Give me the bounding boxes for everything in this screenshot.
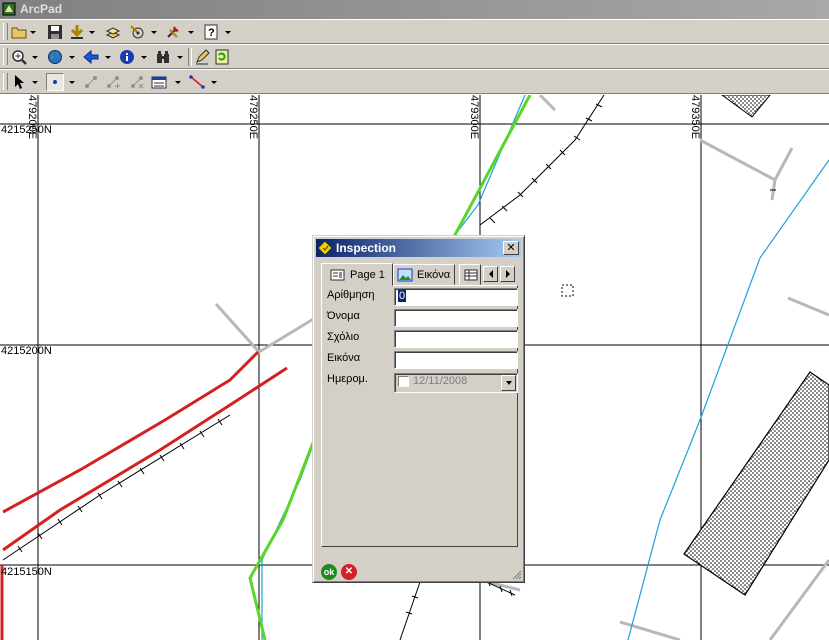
tab-image[interactable]: Εικόνα — [393, 264, 455, 285]
red-road-lines — [0, 350, 288, 640]
tools-icon[interactable] — [164, 23, 182, 41]
identify-dropdown-arrow[interactable] — [140, 48, 148, 66]
point-tool-dropdown-arrow[interactable] — [68, 73, 76, 91]
back-dropdown-arrow[interactable] — [104, 48, 112, 66]
grid-label-x: 479250E — [247, 95, 259, 140]
inspection-title: Inspection — [336, 241, 397, 255]
inspection-diamond-icon — [318, 241, 332, 255]
tab-label: Page 1 — [350, 268, 385, 281]
help-dropdown-arrow[interactable] — [224, 23, 232, 41]
ok-button[interactable]: ok — [321, 564, 337, 580]
open-dropdown-arrow[interactable] — [29, 23, 37, 41]
picture-icon — [397, 268, 413, 281]
select-dropdown-arrow[interactable] — [31, 73, 39, 91]
toolbar-grip[interactable] — [3, 73, 8, 90]
number-field-value: 0 — [398, 290, 407, 302]
line-tool-icon[interactable] — [188, 73, 206, 91]
field-label-date: Ημερομ. — [327, 373, 368, 385]
window-title: ArcPad — [20, 2, 63, 16]
svg-text:?: ? — [208, 27, 215, 39]
resize-grip-icon[interactable] — [512, 570, 522, 580]
full-extent-globe-icon[interactable] — [46, 48, 64, 66]
field-label-number: Αρίθμηση — [327, 289, 375, 301]
date-picker[interactable]: 12/11/2008 — [394, 373, 518, 393]
properties-dropdown-arrow[interactable] — [174, 73, 182, 91]
window-titlebar: ArcPad — [0, 0, 829, 19]
date-checkbox[interactable] — [398, 376, 409, 387]
toolbar-grip[interactable] — [3, 23, 8, 40]
layers-icon[interactable] — [104, 23, 122, 41]
cancel-icon: ✕ — [344, 566, 354, 577]
select-arrow-icon[interactable] — [10, 73, 28, 91]
vertex-add-icon[interactable] — [104, 73, 122, 91]
field-label-image: Εικόνα — [327, 352, 361, 364]
arrow-right-icon — [505, 270, 510, 278]
grid-label-x: 479300E — [468, 95, 480, 140]
date-dropdown-button[interactable] — [501, 375, 516, 391]
image-field[interactable] — [394, 351, 518, 369]
grid-label-y: 4215250N — [1, 124, 52, 136]
toolbar-separator — [188, 48, 192, 66]
tab-page-1[interactable]: Page 1 — [321, 263, 393, 286]
point-tool-icon[interactable] — [46, 73, 64, 91]
comment-field[interactable] — [394, 330, 518, 348]
tab-scroll-right-button[interactable] — [500, 266, 515, 282]
refresh-icon[interactable] — [213, 48, 231, 66]
number-field[interactable]: 0 — [394, 288, 518, 306]
field-label-name: Όνομα — [327, 310, 360, 322]
field-label-comment: Σχόλιο — [327, 331, 360, 343]
extent-dropdown-arrow[interactable] — [68, 48, 76, 66]
add-layer-icon[interactable] — [68, 23, 86, 41]
close-button[interactable]: ✕ — [503, 241, 519, 255]
edit-pencil-icon[interactable] — [193, 48, 211, 66]
toolbar-grip[interactable] — [3, 48, 8, 65]
gps-dropdown-arrow[interactable] — [150, 23, 158, 41]
cancel-button[interactable]: ✕ — [341, 564, 357, 580]
main-toolbar: ? — [0, 19, 829, 44]
add-layer-dropdown-arrow[interactable] — [88, 23, 96, 41]
selection-marker — [561, 284, 574, 297]
line-tool-dropdown-arrow[interactable] — [210, 73, 218, 91]
form-page-icon — [330, 269, 345, 280]
date-value: 12/11/2008 — [413, 375, 468, 387]
attribute-table-icon — [464, 269, 478, 280]
vertex-move-icon[interactable] — [82, 73, 100, 91]
gps-icon[interactable] — [128, 23, 146, 41]
name-field[interactable] — [394, 309, 518, 327]
arrow-left-icon — [488, 270, 493, 278]
back-arrow-icon[interactable] — [82, 48, 100, 66]
help-icon[interactable]: ? — [202, 23, 220, 41]
vertex-delete-icon[interactable] — [128, 73, 146, 91]
grid-label-y: 4215200N — [1, 345, 52, 357]
identify-info-icon[interactable] — [118, 48, 136, 66]
grid-label-x: 479350E — [689, 95, 701, 140]
hatched-parcel — [721, 95, 771, 118]
close-icon: ✕ — [506, 241, 516, 254]
tab-attributes[interactable] — [459, 264, 481, 285]
feature-properties-icon[interactable] — [150, 73, 168, 91]
zoom-dropdown-arrow[interactable] — [31, 48, 39, 66]
inspection-titlebar[interactable]: Inspection ✕ — [316, 239, 521, 257]
tools-dropdown-arrow[interactable] — [187, 23, 195, 41]
arcpad-app-icon — [2, 2, 16, 16]
save-icon[interactable] — [46, 23, 64, 41]
zoom-in-icon[interactable] — [10, 48, 28, 66]
find-binoculars-icon[interactable] — [154, 48, 172, 66]
inspection-dialog: Inspection ✕ Page 1 Εικόνα Αρίθμηση 0 Όν… — [312, 235, 525, 583]
open-folder-icon[interactable] — [10, 23, 28, 41]
tab-scroll-left-button[interactable] — [483, 266, 498, 282]
grid-label-y: 4215150N — [1, 566, 52, 578]
tab-label: Εικόνα — [417, 268, 451, 281]
ok-label: ok — [323, 567, 335, 577]
find-dropdown-arrow[interactable] — [176, 48, 184, 66]
browse-toolbar — [0, 44, 829, 69]
edit-toolbar — [0, 69, 829, 94]
